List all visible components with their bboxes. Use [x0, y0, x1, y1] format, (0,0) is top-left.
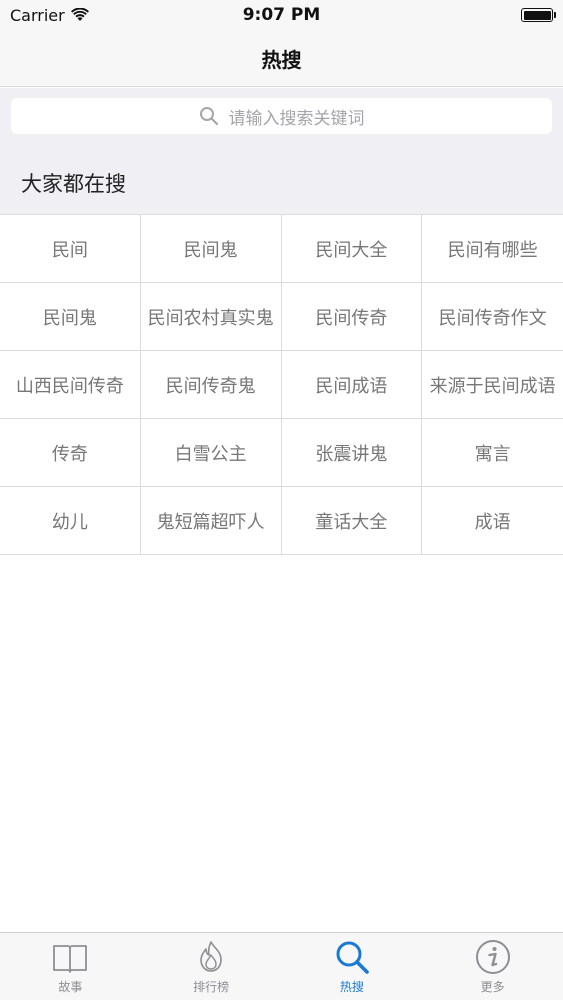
- tab-label: 排行榜: [193, 980, 230, 994]
- search-input[interactable]: 请输入搜索关键词: [11, 98, 552, 134]
- hot-term[interactable]: 民间传奇鬼: [140, 351, 282, 419]
- hot-term[interactable]: 山西民间传奇: [0, 351, 141, 419]
- hot-term[interactable]: 童话大全: [281, 487, 423, 555]
- hot-term[interactable]: 幼儿: [0, 487, 141, 555]
- wifi-icon: [70, 8, 89, 21]
- status-bar: Carrier 9:07 PM: [0, 0, 563, 30]
- hot-term[interactable]: 民间大全: [281, 215, 423, 283]
- search-icon: [336, 941, 369, 974]
- tab-more[interactable]: 更多: [422, 933, 563, 1000]
- hot-term[interactable]: 寓言: [422, 419, 563, 487]
- tab-bar: 故事 排行榜 热搜 更多: [0, 932, 563, 1000]
- hot-term[interactable]: 张震讲鬼: [281, 419, 423, 487]
- hot-term[interactable]: 民间鬼: [0, 283, 141, 351]
- tab-label: 故事: [58, 980, 83, 994]
- tab-ranking[interactable]: 排行榜: [141, 933, 282, 1000]
- battery-icon: [521, 8, 556, 22]
- fire-icon: [200, 941, 222, 972]
- carrier-label: Carrier: [10, 5, 65, 25]
- hot-term[interactable]: 民间成语: [281, 351, 423, 419]
- hot-term[interactable]: 来源于民间成语: [422, 351, 563, 419]
- hot-term[interactable]: 民间传奇: [281, 283, 423, 351]
- page-title: 热搜: [261, 47, 302, 72]
- section-title: 大家都在搜: [21, 172, 126, 196]
- search-icon: [199, 107, 218, 126]
- tab-label: 更多: [480, 980, 505, 994]
- tab-label: 热搜: [339, 980, 364, 994]
- hot-term[interactable]: 鬼短篇超吓人: [140, 487, 282, 555]
- hot-term[interactable]: 白雪公主: [140, 419, 282, 487]
- hot-term[interactable]: 民间鬼: [140, 215, 282, 283]
- book-icon: [53, 945, 88, 973]
- hot-term[interactable]: 成语: [422, 487, 563, 555]
- navigation-bar: 热搜: [0, 30, 563, 87]
- hot-term[interactable]: 民间: [0, 215, 141, 283]
- info-icon: [475, 940, 510, 974]
- hot-term[interactable]: 民间传奇作文: [422, 283, 563, 351]
- hot-term[interactable]: 民间有哪些: [422, 215, 563, 283]
- search-area: 请输入搜索关键词 大家都在搜: [0, 88, 563, 214]
- tab-hot-search[interactable]: 热搜: [282, 933, 423, 1000]
- hot-terms-grid: 民间 民间鬼 民间大全 民间有哪些 民间鬼 民间农村真实鬼 民间传奇 民间传奇作…: [0, 214, 563, 555]
- hot-term[interactable]: 传奇: [0, 419, 141, 487]
- status-left: Carrier: [10, 6, 89, 25]
- tab-stories[interactable]: 故事: [0, 933, 141, 1000]
- hot-term[interactable]: 民间农村真实鬼: [140, 283, 282, 351]
- search-placeholder: 请输入搜索关键词: [228, 108, 365, 129]
